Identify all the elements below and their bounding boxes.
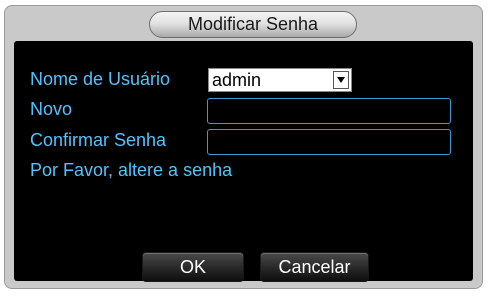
dialog-title: Modificar Senha xyxy=(149,11,357,38)
dialog-panel: Nome de Usuário admin Novo Confirmar Sen… xyxy=(14,41,473,281)
triangle-down-icon xyxy=(337,77,345,83)
ok-button[interactable]: OK xyxy=(143,253,243,281)
cancel-button-label: Cancelar xyxy=(278,256,351,277)
new-password-label: Novo xyxy=(30,99,73,119)
change-password-dialog: Modificar Senha Nome de Usuário admin No… xyxy=(5,6,482,288)
username-label: Nome de Usuário xyxy=(30,69,171,89)
confirm-password-field[interactable] xyxy=(207,129,451,155)
confirm-password-label: Confirmar Senha xyxy=(30,130,167,150)
new-password-field[interactable] xyxy=(207,98,451,124)
username-select[interactable]: admin xyxy=(208,68,352,92)
ok-button-label: OK xyxy=(179,256,206,277)
cancel-button[interactable]: Cancelar xyxy=(261,253,368,281)
username-select-value: admin xyxy=(212,69,262,90)
dialog-title-text: Modificar Senha xyxy=(187,14,319,34)
change-password-message: Por Favor, altere a senha xyxy=(30,160,233,180)
chevron-down-icon[interactable] xyxy=(333,71,349,89)
